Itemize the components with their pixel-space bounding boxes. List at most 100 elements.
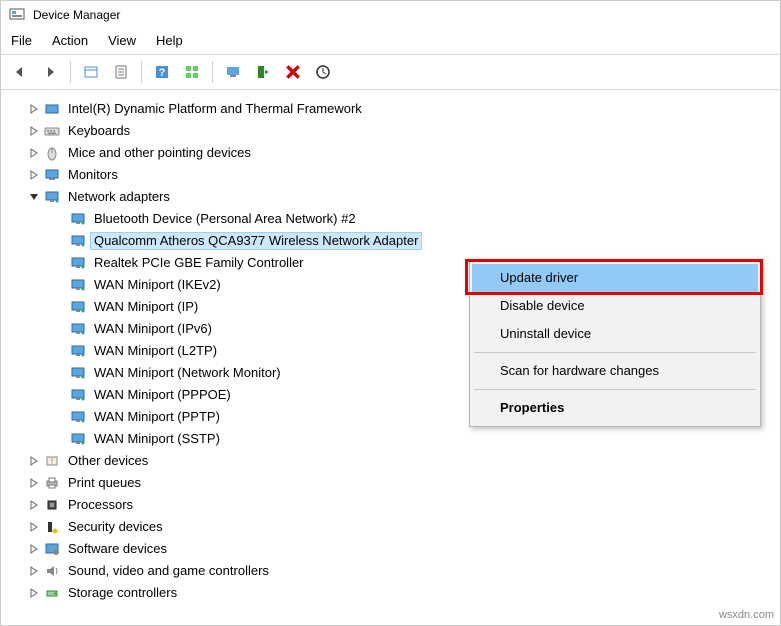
category-label: Sound, video and game controllers [65, 563, 272, 579]
tree-category[interactable]: Mice and other pointing devices [17, 142, 776, 164]
toolbar-separator [212, 61, 213, 83]
storage-icon [43, 584, 61, 602]
tree-category[interactable]: Software devices [17, 538, 776, 560]
svg-text:?: ? [159, 67, 166, 79]
network-icon [69, 210, 87, 228]
sound-icon [43, 562, 61, 580]
show-hidden-button[interactable] [78, 59, 104, 85]
expand-toggle-icon[interactable] [27, 190, 41, 204]
help-button[interactable]: ? [149, 59, 175, 85]
device-label: WAN Miniport (Network Monitor) [91, 365, 284, 381]
expand-toggle-icon[interactable] [27, 498, 41, 512]
expand-toggle-icon[interactable] [27, 520, 41, 534]
device-label: Realtek PCIe GBE Family Controller [91, 255, 307, 271]
software-icon [43, 540, 61, 558]
category-label: Network adapters [65, 189, 173, 205]
device-label: WAN Miniport (PPPOE) [91, 387, 234, 403]
category-label: Mice and other pointing devices [65, 145, 254, 161]
menu-item[interactable]: Uninstall device [472, 320, 758, 348]
network-icon [69, 408, 87, 426]
enable-button[interactable] [310, 59, 336, 85]
category-label: Intel(R) Dynamic Platform and Thermal Fr… [65, 101, 365, 117]
toolbar-separator [141, 61, 142, 83]
network-icon [69, 364, 87, 382]
expand-toggle-icon[interactable] [27, 586, 41, 600]
tree-category[interactable]: Monitors [17, 164, 776, 186]
tree-category[interactable]: !Other devices [17, 450, 776, 472]
svg-text:!: ! [51, 457, 54, 466]
printer-icon [43, 474, 61, 492]
tree-category[interactable]: Sound, video and game controllers [17, 560, 776, 582]
device-label: WAN Miniport (PPTP) [91, 409, 223, 425]
expand-toggle-icon[interactable] [27, 454, 41, 468]
network-icon [69, 320, 87, 338]
properties-button[interactable] [108, 59, 134, 85]
device-label: WAN Miniport (IPv6) [91, 321, 215, 337]
category-label: Security devices [65, 519, 166, 535]
tree-category[interactable]: Security devices [17, 516, 776, 538]
device-label: Bluetooth Device (Personal Area Network)… [91, 211, 359, 227]
device-label: Qualcomm Atheros QCA9377 Wireless Networ… [91, 233, 421, 249]
menu-file[interactable]: File [11, 33, 32, 48]
expand-toggle-icon[interactable] [27, 564, 41, 578]
menu-view[interactable]: View [108, 33, 136, 48]
network-icon [69, 254, 87, 272]
tree-device[interactable]: WAN Miniport (SSTP) [17, 428, 776, 450]
security-icon [43, 518, 61, 536]
menu-item[interactable]: Properties [472, 394, 758, 422]
menu-help[interactable]: Help [156, 33, 183, 48]
expand-toggle-icon[interactable] [27, 476, 41, 490]
device-label: WAN Miniport (IP) [91, 299, 201, 315]
tree-category[interactable]: Processors [17, 494, 776, 516]
category-label: Processors [65, 497, 136, 513]
forward-button[interactable] [37, 59, 63, 85]
back-button[interactable] [7, 59, 33, 85]
cpu-icon [43, 496, 61, 514]
network-icon [69, 276, 87, 294]
network-icon [69, 342, 87, 360]
context-menu: Update driverDisable deviceUninstall dev… [469, 259, 761, 427]
expand-toggle-icon[interactable] [27, 124, 41, 138]
disable-button[interactable] [280, 59, 306, 85]
toolbar-separator [70, 61, 71, 83]
menu-item[interactable]: Update driver [472, 264, 758, 292]
tree-category[interactable]: Print queues [17, 472, 776, 494]
scan-button[interactable] [179, 59, 205, 85]
menu-item[interactable]: Scan for hardware changes [472, 357, 758, 385]
network-icon [69, 232, 87, 250]
menu-separator [474, 352, 756, 353]
menu-action[interactable]: Action [52, 33, 88, 48]
menubar: File Action View Help [1, 29, 780, 55]
tree-device[interactable]: Qualcomm Atheros QCA9377 Wireless Networ… [17, 230, 776, 252]
tree-category[interactable]: Keyboards [17, 120, 776, 142]
watermark: wsxdn.com [719, 609, 774, 621]
expand-toggle-icon[interactable] [27, 146, 41, 160]
uninstall-button[interactable] [250, 59, 276, 85]
platform-icon [43, 100, 61, 118]
keyboard-icon [43, 122, 61, 140]
tree-device[interactable]: Bluetooth Device (Personal Area Network)… [17, 208, 776, 230]
monitor-icon [43, 166, 61, 184]
expand-toggle-icon[interactable] [27, 102, 41, 116]
mouse-icon [43, 144, 61, 162]
network-icon [69, 298, 87, 316]
expand-toggle-icon[interactable] [27, 542, 41, 556]
device-label: WAN Miniport (SSTP) [91, 431, 223, 447]
network-icon [69, 386, 87, 404]
app-icon [9, 7, 25, 23]
tree-category[interactable]: Intel(R) Dynamic Platform and Thermal Fr… [17, 98, 776, 120]
network-icon [43, 188, 61, 206]
titlebar: Device Manager [1, 1, 780, 29]
tree-category[interactable]: Network adapters [17, 186, 776, 208]
toolbar: ? [1, 55, 780, 90]
menu-item[interactable]: Disable device [472, 292, 758, 320]
network-icon [69, 430, 87, 448]
device-label: WAN Miniport (IKEv2) [91, 277, 224, 293]
expand-toggle-icon[interactable] [27, 168, 41, 182]
tree-category[interactable]: Storage controllers [17, 582, 776, 604]
category-label: Keyboards [65, 123, 133, 139]
update-driver-button[interactable] [220, 59, 246, 85]
category-label: Print queues [65, 475, 144, 491]
menu-separator [474, 389, 756, 390]
category-label: Storage controllers [65, 585, 180, 601]
